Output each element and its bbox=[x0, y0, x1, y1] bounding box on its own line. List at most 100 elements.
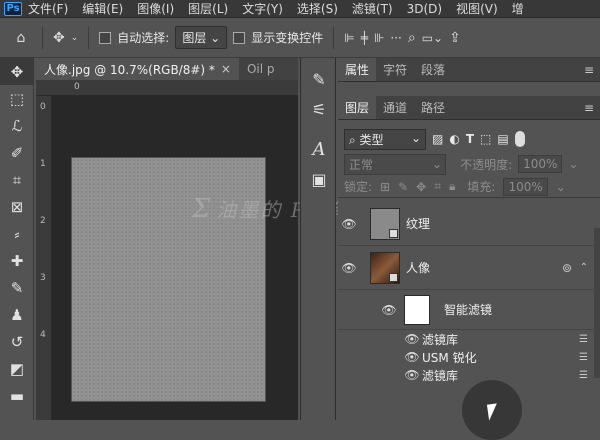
filter-row[interactable]: 👁︎ 滤镜库 ☰ bbox=[338, 330, 600, 348]
smart-filter-row[interactable]: 👁︎ 智能滤镜 bbox=[338, 290, 600, 330]
layers-scrollbar[interactable] bbox=[594, 228, 600, 378]
lasso-tool-icon[interactable]: ℒ bbox=[0, 112, 34, 139]
close-icon[interactable]: × bbox=[221, 62, 231, 76]
menu-3d[interactable]: 3D(D) bbox=[407, 2, 442, 16]
tab-paths[interactable]: 路径 bbox=[414, 96, 452, 119]
blend-mode-value: 正常 bbox=[349, 157, 374, 172]
search-icon[interactable]: ⌕ bbox=[408, 30, 416, 46]
visibility-eye-icon[interactable]: 👁︎ bbox=[378, 303, 400, 317]
menu-view[interactable]: 视图(V) bbox=[456, 0, 498, 17]
visibility-eye-icon[interactable]: 👁︎ bbox=[402, 350, 422, 364]
chevron-up-icon[interactable]: ⌃ bbox=[580, 262, 588, 273]
filter-kind-select[interactable]: ⌕ 类型 ⌄ bbox=[344, 128, 426, 150]
menu-edit[interactable]: 编辑(E) bbox=[82, 0, 123, 17]
opacity-input[interactable]: 100% bbox=[518, 155, 563, 173]
clone-stamp-tool-icon[interactable]: ♟ bbox=[0, 301, 34, 328]
layer-name: 人像 bbox=[406, 261, 431, 275]
filter-shape-icon[interactable]: ⬚ bbox=[480, 132, 491, 146]
menu-filter[interactable]: 滤镜(T) bbox=[352, 0, 393, 17]
visibility-eye-icon[interactable]: 👁︎ bbox=[402, 332, 422, 346]
menu-select[interactable]: 选择(S) bbox=[297, 0, 338, 17]
tab-layers[interactable]: 图层 bbox=[338, 96, 377, 119]
paragraph-styles-icon[interactable]: ▣ bbox=[301, 164, 337, 194]
character-icon[interactable]: A bbox=[301, 134, 337, 164]
workspace-icon[interactable]: ▭⌄ bbox=[422, 31, 443, 45]
layer-row[interactable]: 👁︎ 纹理 bbox=[338, 202, 600, 246]
smart-filter-mask[interactable] bbox=[404, 294, 430, 325]
layer-row[interactable]: 👁︎ 人像 ⊚ ⌃ bbox=[338, 246, 600, 290]
share-icon[interactable]: ⇪ bbox=[449, 30, 461, 46]
marquee-tool-icon[interactable]: ⬚ bbox=[0, 85, 34, 112]
filter-toggle-icon[interactable] bbox=[514, 131, 525, 147]
show-transform-checkbox[interactable] bbox=[233, 31, 246, 44]
filter-kind-value: ⌕ 类型 bbox=[349, 131, 384, 148]
filter-adjustment-icon[interactable]: ◐ bbox=[449, 132, 459, 146]
menu-type[interactable]: 文字(Y) bbox=[242, 0, 283, 17]
lock-all-icon[interactable]: 🔒︎ bbox=[449, 179, 455, 194]
filter-pixel-icon[interactable]: ▨ bbox=[432, 132, 443, 146]
visibility-eye-icon[interactable]: 👁︎ bbox=[338, 217, 360, 231]
lock-brush-icon[interactable]: ✎ bbox=[398, 180, 408, 194]
doc-tab-label: 人像.jpg @ 10.7%(RGB/8#) * bbox=[44, 62, 215, 77]
visibility-eye-icon[interactable]: 👁︎ bbox=[338, 261, 360, 275]
smart-filter-name: 智能滤镜 bbox=[444, 303, 493, 317]
lock-artboard-icon[interactable]: ⌗ bbox=[434, 179, 441, 194]
auto-select-dropdown[interactable]: 图层 ⌄ bbox=[175, 26, 228, 49]
brush-settings-icon[interactable]: ✎ bbox=[301, 64, 337, 94]
blend-row: 正常 ⌄ 不透明度: 100% ⌄ bbox=[338, 152, 600, 176]
filter-blending-options-icon[interactable]: ☰ bbox=[579, 370, 588, 381]
history-brush-tool-icon[interactable]: ↺ bbox=[0, 328, 34, 355]
properties-tabs: 属性 字符 段落 ≡ bbox=[338, 58, 600, 82]
home-icon[interactable]: ⌂ bbox=[10, 30, 32, 46]
doc-tab-oil[interactable]: Oil p bbox=[239, 58, 283, 80]
menu-more[interactable]: 增 bbox=[512, 0, 524, 17]
visibility-eye-icon[interactable]: 👁︎ bbox=[402, 368, 422, 382]
frame-tool-icon[interactable]: ⊠ bbox=[0, 193, 34, 220]
filter-blending-options-icon[interactable]: ☰ bbox=[579, 334, 588, 345]
auto-select-checkbox[interactable] bbox=[99, 31, 112, 44]
filter-row[interactable]: 👁︎ 滤镜库 ☰ bbox=[338, 366, 600, 384]
filter-blending-options-icon[interactable]: ☰ bbox=[579, 352, 588, 363]
filter-type-icon[interactable]: T bbox=[466, 132, 474, 146]
adjustments-icon[interactable]: ⚟ bbox=[301, 94, 337, 124]
align-center-icon[interactable]: ╪ bbox=[361, 31, 368, 45]
fill-input[interactable]: 100% bbox=[503, 177, 548, 196]
healing-brush-tool-icon[interactable]: ✚ bbox=[0, 247, 34, 274]
ruler-label: 0 bbox=[40, 102, 46, 112]
menu-file[interactable]: 文件(F) bbox=[28, 0, 68, 17]
blend-mode-select[interactable]: 正常 bbox=[344, 153, 446, 175]
eraser-tool-icon[interactable]: ◩ bbox=[0, 355, 34, 382]
separator bbox=[42, 26, 43, 49]
document-tabs: 人像.jpg @ 10.7%(RGB/8#) * × Oil p bbox=[36, 58, 298, 80]
gradient-tool-icon[interactable]: ▬ bbox=[0, 382, 34, 409]
align-right-icon[interactable]: ⊪ bbox=[374, 31, 384, 45]
crop-tool-icon[interactable]: ⌗ bbox=[0, 166, 34, 193]
tab-character[interactable]: 字符 bbox=[376, 58, 414, 81]
filter-name: 滤镜库 bbox=[422, 332, 459, 347]
doc-tab-portrait[interactable]: 人像.jpg @ 10.7%(RGB/8#) * × bbox=[36, 58, 239, 80]
move-icon[interactable]: ✥ bbox=[53, 30, 65, 46]
align-left-icon[interactable]: ⊫ bbox=[344, 31, 354, 45]
brush-tool-icon[interactable]: ✎ bbox=[0, 274, 34, 301]
panel-menu-icon[interactable]: ≡ bbox=[578, 96, 600, 119]
tab-properties[interactable]: 属性 bbox=[338, 58, 377, 81]
separator bbox=[88, 26, 90, 49]
move-tool-icon[interactable]: ✥ bbox=[0, 58, 34, 85]
opacity-value: 100% bbox=[523, 157, 558, 171]
menu-image[interactable]: 图像(I) bbox=[137, 0, 174, 17]
tab-paragraph[interactable]: 段落 bbox=[414, 58, 452, 81]
filter-row[interactable]: 👁︎ USM 锐化 ☰ bbox=[338, 348, 600, 366]
sigma-logo: Σ bbox=[192, 194, 213, 224]
more-options-icon[interactable]: ··· bbox=[390, 31, 401, 45]
tab-channels[interactable]: 通道 bbox=[376, 96, 414, 119]
filter-smart-object-icon[interactable]: ▤ bbox=[497, 132, 508, 146]
smart-filter-indicator-icon[interactable]: ⊚ bbox=[562, 261, 572, 275]
auto-select-value: 图层 bbox=[182, 31, 207, 45]
panel-menu-icon[interactable]: ≡ bbox=[578, 58, 600, 81]
quick-select-tool-icon[interactable]: ✐ bbox=[0, 139, 34, 166]
eyedropper-tool-icon[interactable]: ⸗ bbox=[0, 220, 34, 247]
chevron-down-icon[interactable]: ⌄ bbox=[71, 33, 79, 43]
lock-move-icon[interactable]: ✥ bbox=[416, 180, 426, 194]
lock-transparent-icon[interactable]: ⊞ bbox=[380, 180, 390, 194]
menu-layer[interactable]: 图层(L) bbox=[188, 0, 228, 17]
